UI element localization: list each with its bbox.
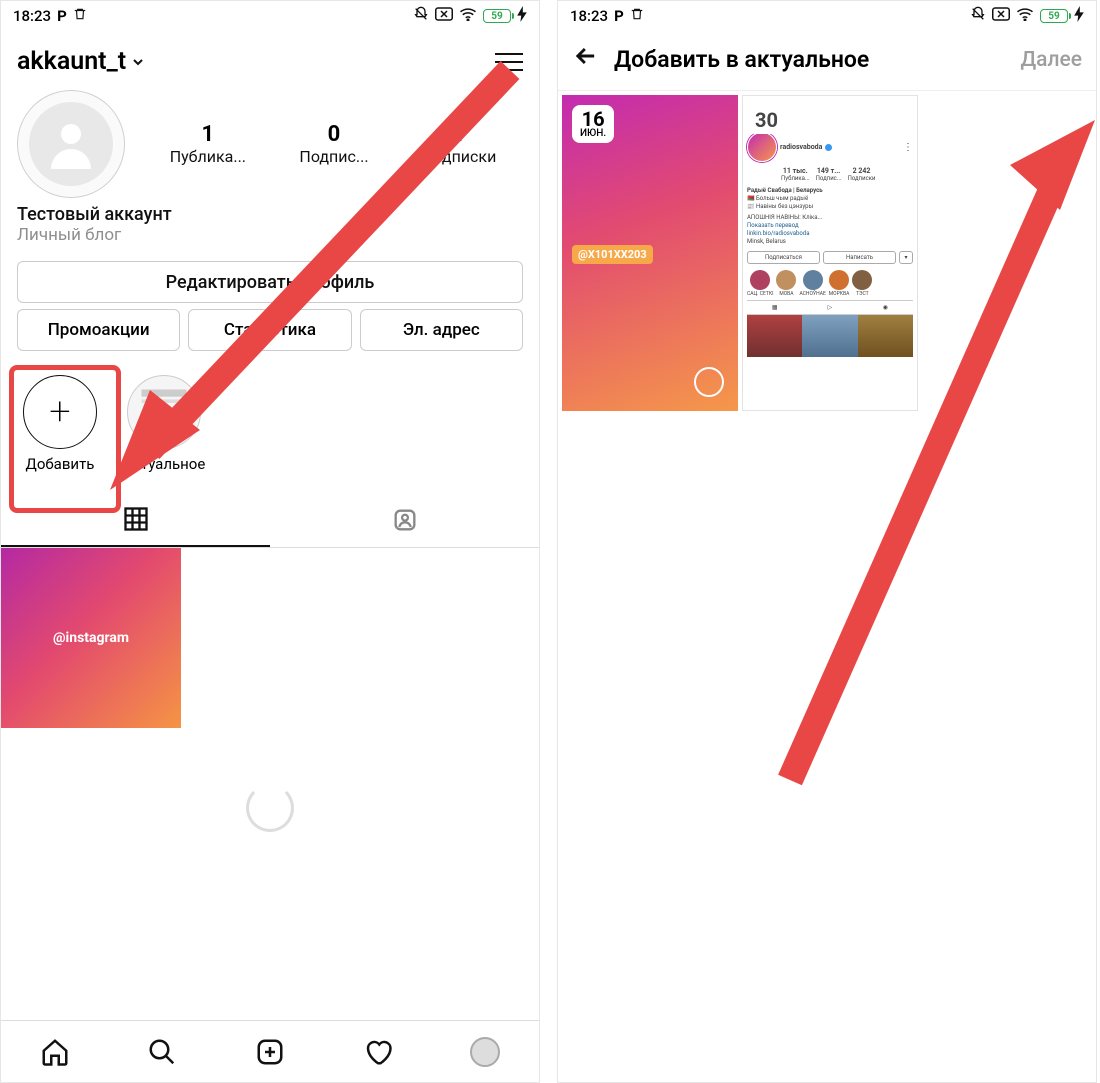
verified-icon: [825, 144, 832, 151]
highlight-thumbnail: [127, 375, 201, 449]
story-date-badge: 16 июн.: [572, 105, 614, 143]
following-label: Подписки: [422, 147, 496, 166]
trash-icon: [630, 7, 644, 25]
posts-stat[interactable]: 1 Публика...: [170, 122, 246, 166]
story-thumbnail-2[interactable]: 30 radiosvaboda ⋮ 11 тыс.Публика... 149 …: [742, 95, 918, 411]
following-count: 1: [422, 122, 496, 147]
p-icon: P: [614, 7, 624, 25]
promotions-button[interactable]: Промоакции: [17, 309, 180, 351]
add-post-icon: [255, 1037, 285, 1067]
charging-icon: [517, 6, 527, 26]
mini-tagged-icon: ◉: [858, 301, 913, 314]
grid-tab[interactable]: [1, 493, 270, 547]
display-name: Тестовый аккаунт: [17, 204, 523, 225]
insights-button[interactable]: Статистика: [188, 309, 351, 351]
highlight-item[interactable]: Актуальное: [123, 375, 205, 473]
heart-icon: [363, 1037, 393, 1067]
charging-icon: [1074, 6, 1084, 26]
email-button[interactable]: Эл. адрес: [360, 309, 523, 351]
profile-avatar[interactable]: [17, 90, 125, 198]
edit-profile-button[interactable]: Редактировать профиль: [17, 261, 523, 303]
story-month: июн.: [580, 129, 606, 139]
profile-avatar-icon: [470, 1037, 500, 1067]
loading-spinner: [1, 728, 539, 888]
story-date-badge: 30: [747, 106, 786, 134]
home-icon: [40, 1037, 70, 1067]
post-thumbnail[interactable]: @instagram: [1, 548, 181, 728]
nav-activity[interactable]: [361, 1035, 395, 1069]
username-dropdown[interactable]: akkaunt_t: [17, 47, 146, 76]
mini-reels-icon: ▷: [802, 301, 857, 314]
followers-count: 0: [299, 122, 368, 147]
followers-label: Подпис...: [299, 147, 368, 166]
status-bar: 18:23 P 59: [558, 1, 1096, 29]
post-tag-label: @instagram: [53, 630, 129, 646]
dnd-icon: [970, 6, 986, 26]
arrow-left-icon: [572, 42, 600, 70]
mini-username: radiosvaboda: [780, 143, 822, 151]
category-label: Личный блог: [17, 225, 523, 245]
story-day: 30: [755, 108, 778, 132]
screen-title: Добавить в актуальное: [614, 46, 1006, 73]
status-time: 18:23: [13, 7, 51, 25]
add-highlight-button[interactable]: + Добавить: [19, 375, 101, 473]
nav-add[interactable]: [253, 1035, 287, 1069]
wifi-icon: [1016, 7, 1034, 25]
dnd-icon: [413, 6, 429, 26]
mini-menu-icon: ⋮: [903, 142, 913, 153]
back-button[interactable]: [572, 42, 600, 77]
status-time: 18:23: [570, 7, 608, 25]
chevron-down-icon: [130, 54, 146, 70]
search-icon: [147, 1037, 177, 1067]
next-button[interactable]: Далее: [1020, 48, 1082, 72]
story-select-circle[interactable]: [694, 367, 724, 397]
p-icon: P: [57, 7, 67, 25]
status-bar: 18:23 P 59: [1, 1, 539, 29]
grid-icon: [122, 505, 150, 533]
x-box-icon: [992, 7, 1010, 25]
nav-search[interactable]: [145, 1035, 179, 1069]
tagged-tab[interactable]: [270, 493, 539, 547]
profile-screen: 18:23 P 59 akkaunt_t 1: [0, 0, 540, 1083]
mini-grid-icon: ▦: [747, 301, 802, 314]
menu-button[interactable]: [495, 53, 523, 71]
wifi-icon: [459, 7, 477, 25]
plus-icon: +: [23, 375, 97, 449]
nav-home[interactable]: [38, 1035, 72, 1069]
following-stat[interactable]: 1 Подписки: [422, 122, 496, 166]
nav-profile[interactable]: [468, 1035, 502, 1069]
add-highlight-label: Добавить: [19, 455, 101, 473]
followers-stat[interactable]: 0 Подпис...: [299, 122, 368, 166]
avatar-placeholder-icon: [29, 102, 113, 186]
bottom-navigation: [1, 1020, 539, 1082]
highlight-label: Актуальное: [123, 455, 205, 473]
add-highlight-screen: 18:23 P 59 Добавить в актуальное Далее 1…: [557, 0, 1097, 1083]
mini-avatar: [747, 132, 777, 162]
tagged-icon: [391, 506, 419, 534]
posts-label: Публика...: [170, 147, 246, 166]
trash-icon: [73, 7, 87, 25]
battery-icon: 59: [483, 9, 511, 23]
story-thumbnail-1[interactable]: 16 июн. @X101XX203: [562, 95, 738, 411]
username-text: akkaunt_t: [17, 47, 126, 76]
x-box-icon: [435, 7, 453, 25]
posts-count: 1: [170, 122, 246, 147]
battery-icon: 59: [1040, 9, 1068, 23]
story-mention-tag: @X101XX203: [572, 245, 653, 264]
